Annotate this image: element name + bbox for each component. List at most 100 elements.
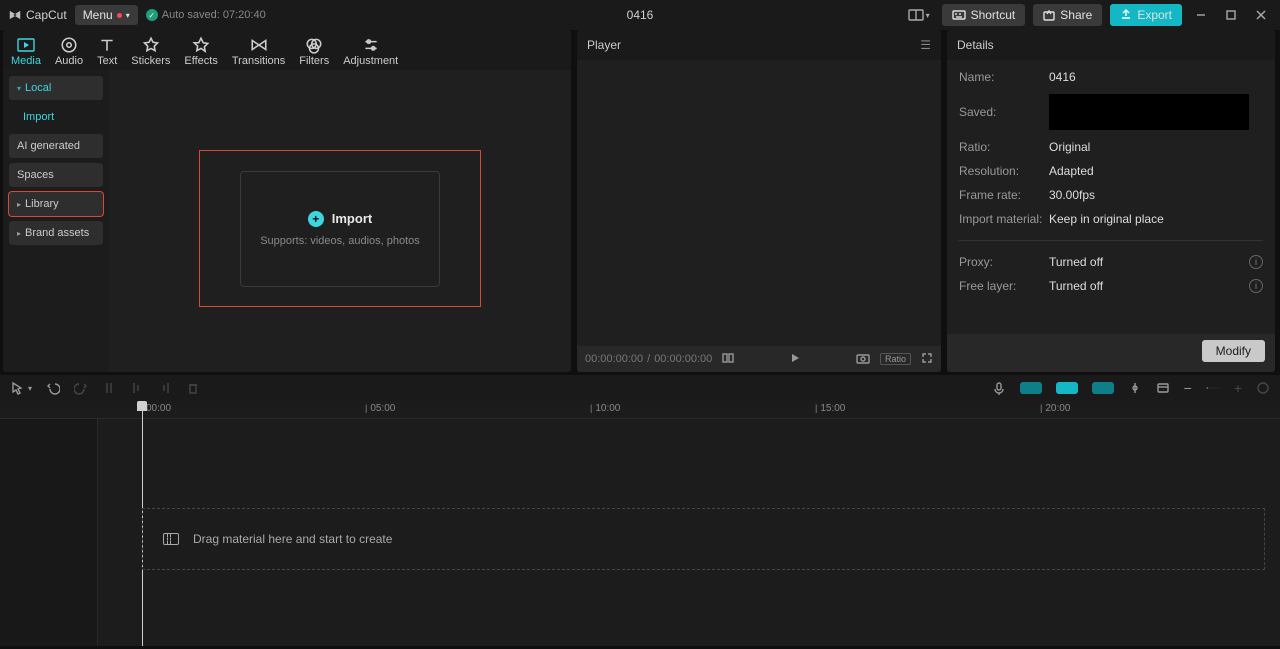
pointer-dropdown[interactable]: ▾ [28, 384, 32, 393]
ratio-button[interactable]: Ratio [880, 353, 911, 365]
asset-tab-bar: Media Audio Text Stickers Effects Transi… [3, 30, 571, 70]
tab-transitions[interactable]: Transitions [232, 33, 285, 67]
zoom-in-icon[interactable]: + [1234, 380, 1242, 396]
sidebar-item-ai[interactable]: AI generated [9, 134, 103, 158]
sidebar-item-library[interactable]: ▸ Library [9, 192, 103, 216]
sidebar-item-spaces[interactable]: Spaces [9, 163, 103, 187]
mic-icon[interactable] [992, 381, 1006, 395]
chevron-down-icon: ▾ [926, 11, 930, 20]
sidebar-item-label: Brand assets [25, 227, 89, 239]
timeline-toolbar: ▾ − + [0, 375, 1280, 401]
asset-body: ▾Local Import AI generated Spaces ▸ Libra… [3, 70, 571, 372]
compare-icon[interactable] [722, 352, 734, 367]
zoom-fit-icon[interactable] [1256, 381, 1270, 395]
import-highlight-box: + Import Supports: videos, audios, photo… [199, 150, 481, 307]
import-row: + Import [308, 211, 372, 227]
share-icon [1043, 9, 1055, 21]
tab-audio[interactable]: Audio [55, 33, 83, 67]
zoom-slider[interactable] [1206, 381, 1220, 395]
snap-icon[interactable] [1128, 381, 1142, 395]
sidebar-item-local[interactable]: ▾Local [9, 76, 103, 100]
chevron-down-icon: ▾ [126, 11, 130, 20]
detail-ratio-label: Ratio: [959, 140, 1049, 154]
fullscreen-icon[interactable] [921, 352, 933, 367]
delete-tool[interactable] [186, 381, 200, 395]
detail-name-label: Name: [959, 70, 1049, 84]
preview-cover-icon[interactable] [1156, 381, 1170, 395]
redo-button[interactable] [74, 381, 88, 395]
assets-panel: Media Audio Text Stickers Effects Transi… [3, 30, 571, 372]
tab-stickers[interactable]: Stickers [131, 33, 170, 67]
sidebar-item-import[interactable]: Import [9, 105, 103, 129]
pointer-tool[interactable] [10, 381, 24, 395]
shortcut-button[interactable]: Shortcut [942, 4, 1026, 26]
details-body: Name:0416 Saved: Ratio:Original Resoluti… [947, 60, 1275, 334]
share-button[interactable]: Share [1033, 4, 1102, 26]
filters-icon [305, 37, 323, 53]
ruler-tick: 10:00 [590, 403, 620, 414]
sidebar-item-brand-assets[interactable]: ▸ Brand assets [9, 221, 103, 245]
menu-button-label: Menu [83, 8, 113, 22]
autosave-indicator: ✓ Auto saved: 07:20:40 [146, 9, 266, 21]
info-icon[interactable]: i [1249, 279, 1263, 293]
menu-new-dot-icon [117, 13, 122, 18]
ruler-tick: 00:00 [146, 403, 171, 414]
main-track-magnet-on[interactable] [1056, 382, 1078, 394]
top-bar: CapCut Menu ▾ ✓ Auto saved: 07:20:40 041… [0, 0, 1280, 30]
detail-freelayer-label: Free layer: [959, 279, 1049, 293]
text-icon [98, 37, 116, 53]
trim-right-tool[interactable] [158, 381, 172, 395]
tab-adjustment[interactable]: Adjustment [343, 33, 398, 67]
details-header: Details [947, 30, 1275, 60]
tab-label: Media [11, 55, 41, 67]
player-preview[interactable] [577, 60, 941, 346]
sidebar-item-label: Spaces [17, 169, 54, 181]
tab-effects[interactable]: Effects [184, 33, 217, 67]
capcut-logo-icon [8, 8, 22, 22]
timeline-dropzone[interactable]: Drag material here and start to create [142, 508, 1265, 570]
tab-media[interactable]: Media [11, 33, 41, 67]
zoom-out-icon[interactable]: − [1184, 380, 1192, 396]
tab-label: Adjustment [343, 55, 398, 67]
timeline-panel[interactable]: 00:00 05:00 10:00 15:00 20:00 Drag mater… [0, 401, 1280, 646]
ruler-tick: 15:00 [815, 403, 845, 414]
asset-sidebar: ▾Local Import AI generated Spaces ▸ Libra… [3, 70, 109, 372]
player-menu-icon[interactable]: ☰ [920, 38, 931, 52]
sidebar-item-label: Library [25, 198, 59, 210]
menu-button[interactable]: Menu ▾ [75, 5, 138, 25]
chevron-right-icon: ▸ [17, 229, 21, 238]
audio-icon [60, 37, 78, 53]
info-icon[interactable]: i [1249, 255, 1263, 269]
player-panel: Player ☰ 00:00:00:00 / 00:00:00:00 Ratio [577, 30, 941, 372]
check-icon: ✓ [146, 9, 158, 21]
tab-label: Stickers [131, 55, 170, 67]
play-button[interactable] [789, 352, 801, 367]
ruler-tick: 05:00 [365, 403, 395, 414]
detail-freelayer-value: Turned off [1049, 279, 1103, 293]
modify-button[interactable]: Modify [1202, 340, 1265, 362]
details-footer: Modify [947, 334, 1275, 372]
clip-icon [163, 533, 179, 545]
trim-left-tool[interactable] [130, 381, 144, 395]
export-button[interactable]: Export [1110, 4, 1182, 26]
minimize-button[interactable] [1190, 4, 1212, 26]
tab-filters[interactable]: Filters [299, 33, 329, 67]
chevron-right-icon: ▸ [17, 200, 21, 209]
snapshot-icon[interactable] [856, 352, 870, 367]
close-button[interactable] [1250, 4, 1272, 26]
import-dropzone[interactable]: + Import Supports: videos, audios, photo… [240, 171, 440, 287]
player-footer: 00:00:00:00 / 00:00:00:00 Ratio [577, 346, 941, 372]
undo-button[interactable] [46, 381, 60, 395]
main-track-magnet-off[interactable] [1020, 382, 1042, 394]
tab-label: Filters [299, 55, 329, 67]
tab-label: Effects [184, 55, 217, 67]
layout-switch-button[interactable]: ▾ [904, 7, 934, 23]
detail-resolution-label: Resolution: [959, 164, 1049, 178]
details-header-label: Details [957, 38, 994, 52]
dropzone-hint: Drag material here and start to create [193, 532, 392, 546]
maximize-button[interactable] [1220, 4, 1242, 26]
split-tool[interactable] [102, 381, 116, 395]
main-track-magnet-off2[interactable] [1092, 382, 1114, 394]
timeline-ruler[interactable]: 00:00 05:00 10:00 15:00 20:00 [0, 401, 1280, 419]
tab-text[interactable]: Text [97, 33, 117, 67]
